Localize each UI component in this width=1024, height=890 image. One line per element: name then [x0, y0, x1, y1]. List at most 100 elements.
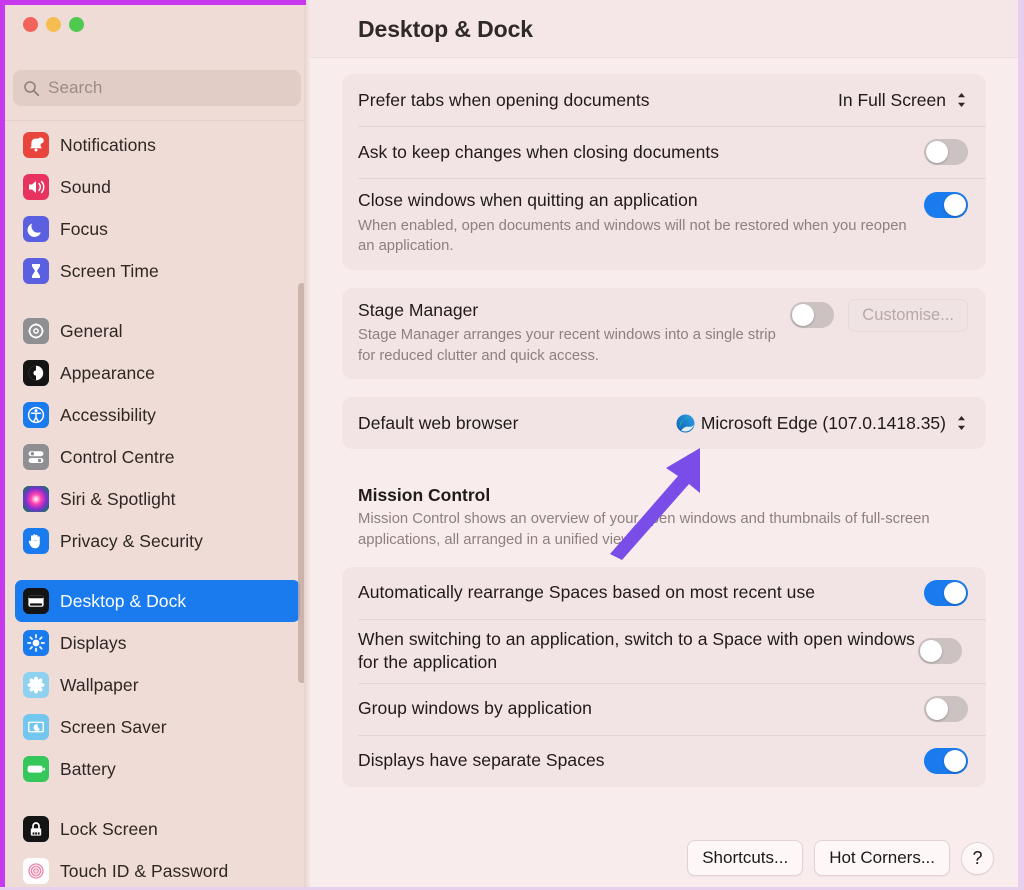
notifications-icon	[23, 132, 49, 158]
sidebar-item-control-centre[interactable]: Control Centre	[15, 436, 300, 478]
sound-icon	[23, 174, 49, 200]
toggle-knob	[944, 581, 966, 604]
default-browser-label: Default web browser	[358, 412, 519, 433]
sidebar-item-label: Appearance	[60, 362, 155, 383]
touch-id-icon	[23, 858, 49, 884]
shortcuts-button[interactable]: Shortcuts...	[687, 840, 804, 876]
sidebar-item-lock-screen[interactable]: Lock Screen	[15, 808, 300, 850]
search-field[interactable]: Search	[13, 70, 301, 106]
screenshot-frame-top	[0, 0, 306, 5]
row-prefer-tabs: Prefer tabs when opening documents In Fu…	[342, 74, 986, 126]
separate-spaces-toggle[interactable]	[924, 747, 968, 774]
close-button[interactable]	[23, 17, 38, 32]
close-windows-text: Close windows when quitting an applicati…	[358, 178, 924, 270]
chevron-updown-icon	[955, 91, 968, 109]
window-traffic-lights	[23, 17, 84, 32]
switch-to-space-toggle[interactable]	[918, 637, 962, 664]
row-divider	[358, 734, 986, 736]
lock-screen-icon	[23, 816, 49, 842]
sidebar-item-siri-spotlight[interactable]: Siri & Spotlight	[15, 478, 300, 520]
row-group-windows: Group windows by application	[342, 682, 986, 735]
privacy-icon	[23, 528, 49, 554]
sidebar-item-wallpaper[interactable]: Wallpaper	[15, 664, 300, 706]
ask-keep-changes-label: Ask to keep changes when closing documen…	[358, 141, 720, 162]
sidebar-item-label: Displays	[60, 632, 127, 653]
group-windows-toggle[interactable]	[924, 695, 968, 722]
sidebar-item-battery[interactable]: Battery	[15, 748, 300, 790]
accessibility-icon	[23, 402, 49, 428]
page-title: Desktop & Dock	[358, 15, 533, 42]
sidebar-item-label: Privacy & Security	[60, 530, 203, 551]
row-default-browser: Default web browser Microsoft Edge (107.…	[342, 397, 986, 449]
search-icon	[23, 80, 40, 97]
switch-to-space-label: When switching to an application, switch…	[358, 628, 915, 672]
minimise-button[interactable]	[46, 17, 61, 32]
toggle-knob	[944, 749, 966, 772]
sidebar-divider	[5, 120, 310, 121]
chevron-updown-icon	[955, 414, 968, 432]
screenshot-frame-left	[0, 0, 5, 890]
sidebar-item-general[interactable]: General	[15, 310, 300, 352]
default-browser-card: Default web browser Microsoft Edge (107.…	[342, 397, 986, 450]
sidebar-item-label: Accessibility	[60, 404, 156, 425]
default-browser-value: Microsoft Edge (107.0.1418.35)	[700, 412, 946, 433]
mission-control-section: Mission Control Mission Control shows an…	[342, 467, 986, 566]
toggle-knob	[792, 303, 815, 326]
stage-manager-toggle[interactable]	[790, 301, 835, 328]
sidebar-item-sound[interactable]: Sound	[15, 166, 300, 208]
sidebar-group-4: Lock Screen Touch ID & Password	[5, 808, 310, 890]
windows-settings-card: Prefer tabs when opening documents In Fu…	[342, 74, 986, 270]
screen-time-icon	[23, 258, 49, 284]
toggle-knob	[920, 639, 942, 662]
zoom-button[interactable]	[69, 17, 84, 32]
sidebar-item-appearance[interactable]: Appearance	[15, 352, 300, 394]
row-divider	[358, 682, 986, 684]
sidebar-item-label: Siri & Spotlight	[60, 488, 176, 509]
desktop-dock-icon	[23, 588, 49, 614]
general-icon	[23, 318, 49, 344]
appearance-icon	[23, 360, 49, 386]
mission-control-title: Mission Control	[358, 485, 491, 506]
row-stage-manager: Stage Manager Stage Manager arranges you…	[342, 288, 986, 380]
close-windows-description: When enabled, open documents and windows…	[358, 217, 907, 255]
sidebar-item-screen-time[interactable]: Screen Time	[15, 250, 300, 292]
sidebar-item-label: Control Centre	[60, 446, 175, 467]
displays-icon	[23, 630, 49, 656]
sidebar-item-label: Screen Time	[60, 260, 159, 281]
stage-manager-customise-button[interactable]: Customise...	[848, 298, 968, 332]
sidebar-item-desktop-dock[interactable]: Desktop & Dock	[15, 580, 300, 622]
sidebar-item-accessibility[interactable]: Accessibility	[15, 394, 300, 436]
close-windows-toggle[interactable]	[924, 192, 968, 218]
ask-keep-changes-toggle[interactable]	[924, 139, 968, 165]
auto-rearrange-label: Automatically rearrange Spaces based on …	[358, 582, 816, 603]
sidebar-item-notifications[interactable]: Notifications	[15, 124, 300, 166]
sidebar-item-label: Wallpaper	[60, 674, 139, 695]
help-button[interactable]: ?	[961, 841, 994, 875]
sidebar: Search Notifications Sound Focus Screen …	[5, 0, 310, 890]
auto-rearrange-toggle[interactable]	[924, 579, 968, 606]
separate-spaces-label: Displays have separate Spaces	[358, 750, 605, 771]
prefer-tabs-popup-button[interactable]: In Full Screen	[838, 90, 968, 111]
stage-manager-card: Stage Manager Stage Manager arranges you…	[342, 287, 986, 380]
toggle-knob	[926, 697, 948, 720]
prefer-tabs-label: Prefer tabs when opening documents	[358, 89, 650, 110]
sidebar-item-screen-saver[interactable]: Screen Saver	[15, 706, 300, 748]
battery-icon	[23, 756, 49, 782]
stage-manager-label: Stage Manager	[358, 299, 479, 320]
row-close-windows: Close windows when quitting an applicati…	[342, 178, 986, 270]
search-input-placeholder: Search	[48, 78, 103, 97]
row-divider	[358, 618, 986, 620]
sidebar-item-privacy-security[interactable]: Privacy & Security	[15, 520, 300, 562]
sidebar-group-2: General Appearance Accessibility Control…	[5, 310, 310, 562]
default-browser-popup-button[interactable]: Microsoft Edge (107.0.1418.35)	[676, 413, 968, 434]
sidebar-item-focus[interactable]: Focus	[15, 208, 300, 250]
content-header: Desktop & Dock	[310, 0, 1018, 58]
row-switch-to-space: When switching to an application, switch…	[342, 618, 986, 683]
wallpaper-icon	[23, 672, 49, 698]
hot-corners-button[interactable]: Hot Corners...	[814, 840, 950, 876]
mission-control-description: Mission Control shows an overview of you…	[358, 511, 930, 548]
sidebar-item-displays[interactable]: Displays	[15, 622, 300, 664]
sidebar-item-touch-id-password[interactable]: Touch ID & Password	[15, 850, 300, 890]
